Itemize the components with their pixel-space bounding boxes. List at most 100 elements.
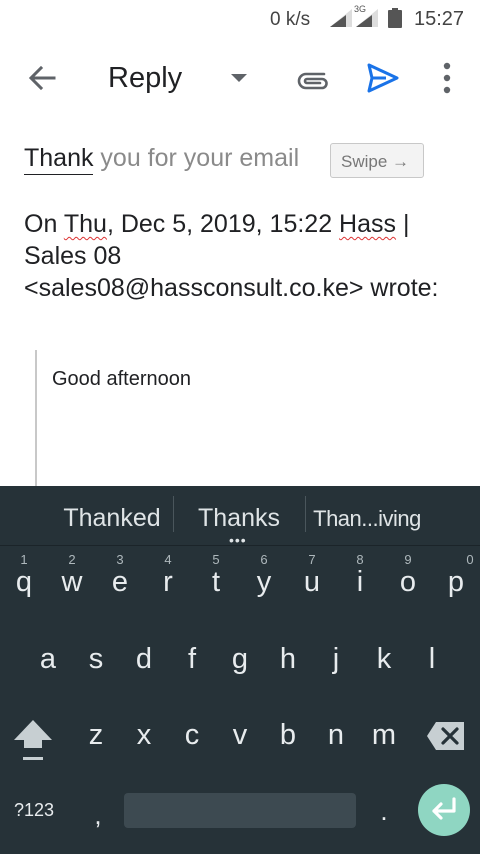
key-label: h xyxy=(279,643,297,675)
key-i[interactable]: 8i xyxy=(336,552,384,612)
key-label: e xyxy=(111,566,129,598)
compose-text-line[interactable]: Thank you for your email xyxy=(24,144,300,175)
key-hint: 9 xyxy=(404,552,412,567)
key-h[interactable]: h xyxy=(264,638,312,688)
key-q[interactable]: 1q xyxy=(0,552,48,612)
key-label: v xyxy=(232,719,248,751)
key-hint: 8 xyxy=(356,552,364,567)
key-u[interactable]: 7u xyxy=(288,552,336,612)
enter-icon xyxy=(432,797,456,820)
key-m[interactable]: m xyxy=(360,714,408,764)
period-key[interactable]: . xyxy=(374,796,394,827)
back-arrow-icon[interactable] xyxy=(26,62,58,94)
space-bar[interactable] xyxy=(124,793,356,828)
key-label: f xyxy=(187,643,197,675)
key-label: u xyxy=(303,566,321,598)
key-label: n xyxy=(327,719,345,751)
key-a[interactable]: a xyxy=(24,638,72,688)
key-b[interactable]: b xyxy=(264,714,312,764)
key-label: s xyxy=(88,643,104,675)
key-n[interactable]: n xyxy=(312,714,360,764)
suggestion-strip: Thanked Thanks Than...iving ••• xyxy=(0,486,480,547)
backspace-icon[interactable] xyxy=(426,720,466,752)
key-l[interactable]: l xyxy=(408,638,456,688)
suggestion-center[interactable]: Thanks xyxy=(186,504,292,533)
key-j[interactable]: j xyxy=(312,638,360,688)
key-label: j xyxy=(332,643,340,675)
key-s[interactable]: s xyxy=(72,638,120,688)
key-hint: 4 xyxy=(164,552,172,567)
quote-date: , Dec 5, 2019, 15:22 xyxy=(106,210,340,238)
key-hint: 2 xyxy=(68,552,76,567)
key-z[interactable]: z xyxy=(72,714,120,764)
swipe-chip[interactable]: Swipe → xyxy=(330,143,424,178)
signal-icon xyxy=(330,9,352,27)
key-label: g xyxy=(231,643,249,675)
key-p[interactable]: 0p xyxy=(432,552,480,612)
key-hint: 5 xyxy=(212,552,220,567)
key-label: o xyxy=(399,566,417,598)
comma-key[interactable]: , xyxy=(88,800,108,831)
more-vert-icon[interactable] xyxy=(436,62,458,94)
clock-text: 15:27 xyxy=(414,8,465,30)
suggestion-divider xyxy=(305,496,306,532)
quote-header: On Thu, Dec 5, 2019, 15:22 Hass | Sales … xyxy=(24,208,464,304)
key-label: k xyxy=(376,643,392,675)
keyboard: Thanked Thanks Than...iving ••• 1q 2w 3e… xyxy=(0,486,480,854)
quote-bar xyxy=(35,350,37,490)
key-label: m xyxy=(371,719,397,751)
key-x[interactable]: x xyxy=(120,714,168,764)
shift-key-icon[interactable] xyxy=(12,718,54,762)
quote-on: On xyxy=(24,210,64,238)
key-hint: 6 xyxy=(260,552,268,567)
key-c[interactable]: c xyxy=(168,714,216,764)
suggestion-left[interactable]: Thanked xyxy=(62,504,162,533)
quote-day: Thu xyxy=(63,210,107,238)
key-r[interactable]: 4r xyxy=(144,552,192,612)
reply-title: Reply xyxy=(108,62,183,94)
key-label: t xyxy=(211,566,221,598)
key-label: y xyxy=(256,566,272,598)
quoted-body-text: Good afternoon xyxy=(52,368,191,390)
key-y[interactable]: 6y xyxy=(240,552,288,612)
more-suggestions-icon[interactable]: ••• xyxy=(229,533,247,547)
key-label: d xyxy=(135,643,153,675)
key-d[interactable]: d xyxy=(120,638,168,688)
suggestion-divider xyxy=(173,496,174,532)
key-f[interactable]: f xyxy=(168,638,216,688)
battery-icon xyxy=(388,8,402,28)
key-k[interactable]: k xyxy=(360,638,408,688)
enter-key[interactable] xyxy=(418,784,470,836)
send-icon[interactable] xyxy=(366,62,400,94)
key-e[interactable]: 3e xyxy=(96,552,144,612)
quote-sender-first: Hass xyxy=(339,210,397,238)
key-g[interactable]: g xyxy=(216,638,264,688)
key-label: c xyxy=(184,719,200,751)
key-hint: 7 xyxy=(308,552,316,567)
key-label: l xyxy=(428,643,436,675)
key-hint: 1 xyxy=(20,552,28,567)
net-speed-text: 0 k/s xyxy=(270,9,311,30)
key-label: w xyxy=(61,566,83,598)
app-bar: Reply xyxy=(0,38,480,120)
attachment-icon[interactable] xyxy=(294,64,330,94)
key-o[interactable]: 9o xyxy=(384,552,432,612)
key-label: i xyxy=(356,566,364,598)
composing-word: Thank xyxy=(24,144,94,175)
key-label: p xyxy=(447,566,465,598)
status-bar: 0 k/s 3G 15:27 xyxy=(0,0,480,38)
suggestion-right[interactable]: Than...iving xyxy=(312,506,422,532)
key-label: b xyxy=(279,719,297,751)
dropdown-arrow-icon[interactable] xyxy=(230,72,248,84)
key-label: r xyxy=(163,566,173,598)
smart-compose-suggestion: you for your email xyxy=(93,144,300,172)
key-v[interactable]: v xyxy=(216,714,264,764)
key-label: q xyxy=(15,566,33,598)
key-w[interactable]: 2w xyxy=(48,552,96,612)
symbols-key[interactable]: ?123 xyxy=(14,800,54,821)
key-label: a xyxy=(39,643,57,675)
signal-icon-2 xyxy=(356,9,378,27)
key-t[interactable]: 5t xyxy=(192,552,240,612)
compose-body[interactable]: Thank you for your email Swipe → On Thu,… xyxy=(0,120,480,490)
key-hint: 0 xyxy=(466,552,474,567)
